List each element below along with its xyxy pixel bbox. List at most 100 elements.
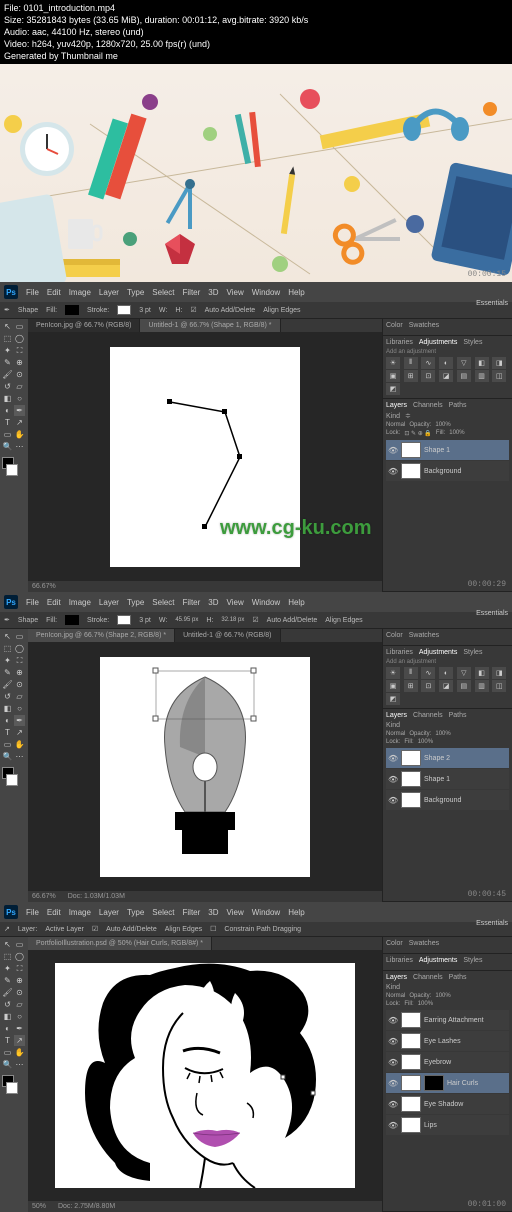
history-tool-icon[interactable]: ↺	[2, 691, 13, 702]
visibility-icon[interactable]: 👁	[388, 1037, 398, 1046]
layer-name[interactable]: Background	[424, 468, 461, 475]
color-tab[interactable]: Color	[386, 632, 403, 639]
heal-tool-icon[interactable]: ⊕	[14, 667, 25, 678]
stamp-tool-icon[interactable]: ⊙	[14, 679, 25, 690]
zoom-tool-icon[interactable]: 🔍	[2, 751, 13, 762]
adj-icon[interactable]: ◧	[475, 667, 489, 679]
visibility-icon[interactable]: 👁	[388, 467, 398, 476]
layer-item[interactable]: 👁Eyebrow	[386, 1052, 509, 1072]
libraries-tab[interactable]: Libraries	[386, 649, 413, 656]
lock-icons[interactable]: ⊡ ✎ ⊕ 🔒	[404, 430, 432, 437]
menu-help[interactable]: Help	[288, 908, 304, 917]
libraries-tab[interactable]: Libraries	[386, 339, 413, 346]
adj-icon[interactable]: ☀	[386, 667, 400, 679]
adj-icon[interactable]: ◨	[492, 667, 506, 679]
background-color[interactable]	[6, 464, 18, 476]
menu-edit[interactable]: Edit	[47, 598, 61, 607]
path-tool-icon[interactable]: ↗	[14, 417, 25, 428]
blur-tool-icon[interactable]: ○	[14, 703, 25, 714]
layer-item[interactable]: 👁Earring Attachment	[386, 1010, 509, 1030]
opt-align[interactable]: Align Edges	[165, 926, 202, 933]
visibility-icon[interactable]: 👁	[388, 754, 398, 763]
menu-3d[interactable]: 3D	[208, 288, 218, 297]
hand-tool-icon[interactable]: ✋	[14, 429, 25, 440]
opacity-val[interactable]: 100%	[435, 993, 450, 999]
opt-align[interactable]: Align Edges	[263, 307, 300, 314]
eyedropper-tool-icon[interactable]: ✎	[2, 667, 13, 678]
dodge-tool-icon[interactable]: ◐	[2, 1023, 13, 1034]
layer-item[interactable]: 👁 Background	[386, 461, 509, 481]
hand-tool-icon[interactable]: ✋	[14, 739, 25, 750]
layer-item[interactable]: 👁Hair Curls	[386, 1073, 509, 1093]
doc-tab-2[interactable]: Untitled-1 @ 66.7% (RGB/8)	[175, 629, 280, 642]
layers-tab[interactable]: Layers	[386, 974, 407, 981]
styles-tab[interactable]: Styles	[463, 339, 482, 346]
menu-help[interactable]: Help	[288, 598, 304, 607]
dodge-tool-icon[interactable]: ◐	[2, 405, 13, 416]
eyedropper-tool-icon[interactable]: ✎	[2, 975, 13, 986]
edit-tool-icon[interactable]: ⋯	[14, 441, 25, 452]
adj-invert-icon[interactable]: ◪	[439, 370, 453, 382]
path-tool-icon[interactable]: ↗	[14, 1035, 25, 1046]
adj-icon[interactable]: ▥	[475, 680, 489, 692]
layer-item[interactable]: 👁Eye Shadow	[386, 1094, 509, 1114]
menu-3d[interactable]: 3D	[208, 908, 218, 917]
type-tool-icon[interactable]: T	[2, 1035, 13, 1046]
layers-tab[interactable]: Layers	[386, 712, 407, 719]
eraser-tool-icon[interactable]: ▱	[14, 999, 25, 1010]
stamp-tool-icon[interactable]: ⊙	[14, 987, 25, 998]
marquee-tool-icon[interactable]: ⬚	[2, 333, 13, 344]
opt-shape[interactable]: Shape	[18, 617, 38, 624]
adj-gradient-icon[interactable]: ◫	[492, 370, 506, 382]
adj-thresh-icon[interactable]: ▥	[475, 370, 489, 382]
menu-file[interactable]: File	[26, 908, 39, 917]
rect-tool-icon[interactable]: ▭	[2, 739, 13, 750]
menu-image[interactable]: Image	[69, 908, 91, 917]
workspace-selector[interactable]: Essentials	[476, 300, 508, 307]
doc-tab-1[interactable]: PenIcon.jpg @ 66.7% (RGB/8)	[28, 319, 140, 332]
adjustments-tab[interactable]: Adjustments	[419, 649, 458, 656]
move-tool-icon[interactable]: ↖	[2, 631, 13, 642]
lasso-tool-icon[interactable]: ◯	[14, 951, 25, 962]
adj-icon[interactable]: ◩	[386, 693, 400, 705]
layer-item[interactable]: 👁Shape 1	[386, 769, 509, 789]
layer-name[interactable]: Shape 2	[424, 755, 450, 762]
menu-type[interactable]: Type	[127, 598, 144, 607]
layer-item[interactable]: 👁 Shape 2	[386, 748, 509, 768]
adj-poster-icon[interactable]: ▤	[457, 370, 471, 382]
zoom-tool-icon[interactable]: 🔍	[2, 441, 13, 452]
styles-tab[interactable]: Styles	[463, 649, 482, 656]
doc-tab-1[interactable]: PenIcon.jpg @ 66.7% (Shape 2, RGB/8) *	[28, 629, 175, 642]
layer-item[interactable]: 👁Lips	[386, 1115, 509, 1135]
opacity-val[interactable]: 100%	[435, 422, 450, 428]
menu-filter[interactable]: Filter	[183, 598, 201, 607]
brush-tool-icon[interactable]: 🖌	[2, 369, 13, 380]
menu-view[interactable]: View	[227, 288, 244, 297]
adj-icon[interactable]: ◪	[439, 680, 453, 692]
pen-tool-icon[interactable]: ✒	[14, 715, 25, 726]
menu-filter[interactable]: Filter	[183, 288, 201, 297]
canvas-area[interactable]	[28, 642, 382, 891]
paths-tab[interactable]: Paths	[449, 974, 467, 981]
menu-layer[interactable]: Layer	[99, 598, 119, 607]
zoom-level[interactable]: 66.67%	[32, 583, 56, 590]
checkbox-icon[interactable]: ☑	[252, 616, 258, 624]
layers-tab[interactable]: Layers	[386, 402, 407, 409]
adj-icon[interactable]: ▣	[386, 680, 400, 692]
stroke-swatch[interactable]	[117, 305, 131, 315]
menu-file[interactable]: File	[26, 598, 39, 607]
visibility-icon[interactable]: 👁	[388, 446, 398, 455]
layer-name[interactable]: Hair Curls	[447, 1080, 478, 1087]
menu-view[interactable]: View	[227, 598, 244, 607]
blend-mode[interactable]: Normal	[386, 993, 405, 999]
styles-tab[interactable]: Styles	[463, 957, 482, 964]
menu-select[interactable]: Select	[152, 288, 174, 297]
layer-item[interactable]: 👁Shape 1	[386, 440, 509, 460]
menu-edit[interactable]: Edit	[47, 908, 61, 917]
adj-brightness-icon[interactable]: ☀	[386, 357, 400, 369]
adj-hue-icon[interactable]: ◧	[475, 357, 489, 369]
background-color[interactable]	[6, 1082, 18, 1094]
adj-icon[interactable]: ⫴	[404, 667, 418, 679]
doc-tab-1[interactable]: PortfolioIllustration.psd @ 50% (Hair Cu…	[28, 937, 212, 950]
rect-tool-icon[interactable]: ▭	[2, 429, 13, 440]
